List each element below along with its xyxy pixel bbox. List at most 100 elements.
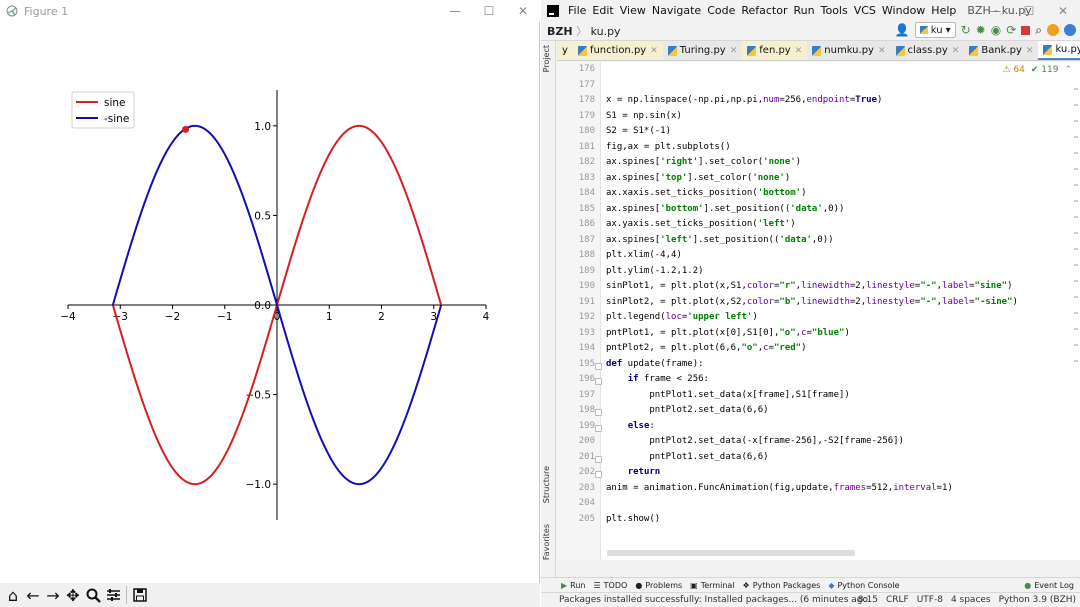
stop-icon[interactable] (1021, 25, 1031, 35)
code-line[interactable]: pntPlot1.set_data(x[frame],S1[frame]) (606, 390, 850, 400)
file-encoding[interactable]: UTF-8 (917, 595, 943, 605)
close-tab-icon[interactable]: ✕ (795, 46, 803, 56)
close-tab-icon[interactable]: ✕ (650, 46, 658, 56)
ide-minimize-button[interactable]: — (978, 0, 1012, 22)
tab-bank-py[interactable]: Bank.py ✕ (964, 41, 1038, 60)
code-line[interactable]: ax.xaxis.set_ticks_position('bottom') (606, 188, 807, 198)
code-line[interactable]: ax.spines['top'].set_color('none') (606, 173, 790, 183)
code-line[interactable]: else: (606, 421, 655, 431)
user-icon[interactable]: 👤 (895, 23, 910, 37)
coverage-icon[interactable]: ◉ (991, 23, 1001, 37)
stripe-mark[interactable] (1074, 312, 1078, 314)
pan-icon[interactable]: ✥ (63, 585, 83, 605)
code-editor[interactable]: 176 177 178 179 180 181 182 183 184 185 186 187 188 1… (557, 62, 1080, 560)
close-tab-icon[interactable]: ✕ (730, 46, 738, 56)
warning-count[interactable]: ⚠ 64 (1002, 65, 1024, 75)
save-icon[interactable] (130, 585, 150, 605)
back-icon[interactable]: ← (23, 585, 43, 605)
code-line[interactable]: ax.spines['bottom'].set_position(('data'… (606, 204, 844, 214)
structure-tool-tab[interactable]: Structure (542, 466, 551, 503)
fold-marker[interactable] (595, 455, 602, 463)
menu-help[interactable]: Help (928, 4, 959, 17)
stripe-mark[interactable] (1074, 248, 1078, 250)
breadcrumb-file[interactable]: ku.py (591, 25, 621, 38)
stripe-mark[interactable] (1074, 88, 1078, 90)
home-icon[interactable]: ⌂ (3, 585, 23, 605)
tab-class-py[interactable]: class.py ✕ (891, 41, 965, 60)
code-line[interactable]: pntPlot1, = plt.plot(x[0],S1[0],"o",c="b… (606, 328, 850, 338)
code-line[interactable]: plt.xlim(-4,4) (606, 250, 682, 260)
stripe-mark[interactable] (1074, 168, 1078, 170)
rerun-icon[interactable]: ↻ (961, 23, 971, 37)
code-line[interactable]: S1 = np.sin(x) (606, 111, 682, 121)
run-config-selector[interactable]: ku ▾ (914, 22, 956, 38)
plot-canvas[interactable]: −4 −3 −2 −1 0 1 2 3 41.00.50.0−0.5−1.0sine-sine (0, 22, 540, 582)
python-console-tool-button[interactable]: ◆ Python Console (828, 581, 907, 590)
menu-tools[interactable]: Tools (818, 4, 851, 17)
code-line[interactable]: return (606, 467, 661, 477)
configure-icon[interactable] (103, 585, 123, 605)
project-tool-tab[interactable]: Project (542, 45, 551, 72)
close-tab-icon[interactable]: ✕ (878, 46, 886, 56)
breadcrumb-project[interactable]: BZH (547, 25, 573, 38)
python-interpreter[interactable]: Python 3.9 (BZH) (999, 595, 1076, 605)
code-line[interactable]: plt.legend(loc='upper left') (606, 312, 758, 322)
stripe-mark[interactable] (1074, 216, 1078, 218)
tab-ku-py[interactable]: ku.py✕ (1038, 41, 1080, 60)
fold-marker[interactable] (595, 471, 602, 478)
tab-function-py[interactable]: function.py ✕ (572, 41, 663, 60)
code-line[interactable]: anim = animation.FuncAnimation(fig,updat… (606, 483, 953, 493)
code-line[interactable]: x = np.linspace(-np.pi,np.pi,num=256,end… (606, 95, 882, 105)
tab-fen-py[interactable]: fen.py ✕ (742, 41, 808, 60)
python-packages-tool-button[interactable]: ❖ Python Packages (743, 581, 829, 590)
breadcrumb[interactable]: BZH 〉 ku.py (541, 23, 621, 39)
menu-run[interactable]: Run (791, 4, 818, 17)
code-line[interactable]: ax.spines['left'].set_position(('data',0… (606, 235, 834, 245)
menu-window[interactable]: Window (879, 4, 928, 17)
code-line[interactable]: S2 = S1*(-1) (606, 126, 671, 136)
todo-tool-button[interactable]: ☰ TODO (594, 581, 636, 590)
stripe-mark[interactable] (1074, 296, 1078, 298)
close-tab-icon[interactable]: ✕ (1026, 46, 1034, 56)
code-area[interactable]: x = np.linspace(-np.pi,np.pi,num=256,end… (606, 62, 1076, 560)
fold-marker[interactable] (595, 378, 602, 385)
stripe-mark[interactable] (1074, 344, 1078, 346)
ide-maximize-button[interactable]: ☐ (1012, 0, 1046, 22)
code-line[interactable]: def update(frame): (606, 359, 704, 369)
logo-icon[interactable] (1064, 24, 1076, 36)
stripe-mark[interactable] (1074, 104, 1078, 106)
code-line[interactable]: sinPlot2, = plt.plot(x,S2,color="b",line… (606, 297, 1018, 307)
code-line[interactable]: pntPlot2.set_data(-x[frame-256],-S2[fram… (606, 436, 904, 446)
chevron-up-icon[interactable]: ⌃ (1064, 65, 1072, 75)
run-tool-button[interactable]: ▶ Run (541, 581, 594, 590)
debug-icon[interactable]: ✹ (976, 23, 986, 37)
close-button[interactable]: ✕ (506, 0, 540, 22)
code-line[interactable]: plt.show() (606, 514, 660, 524)
fold-marker[interactable] (595, 362, 602, 370)
code-line[interactable]: pntPlot1.set_data(6,6) (606, 452, 768, 462)
stripe-mark[interactable] (1074, 232, 1078, 234)
horizontal-scrollbar[interactable] (607, 550, 855, 556)
close-tab-icon[interactable]: ✕ (952, 46, 960, 56)
stripe-mark[interactable] (1074, 360, 1078, 362)
menu-navigate[interactable]: Navigate (649, 4, 704, 17)
ide-close-button[interactable]: ✕ (1046, 0, 1080, 22)
code-line[interactable]: pntPlot2, = plt.plot(6,6,"o",c="red") (606, 343, 807, 353)
caret-position[interactable]: 8:15 (858, 595, 878, 605)
stripe-mark[interactable] (1074, 280, 1078, 282)
stripe-mark[interactable] (1074, 136, 1078, 138)
stripe-mark[interactable] (1074, 152, 1078, 154)
tab-numku-py[interactable]: numku.py ✕ (807, 41, 890, 60)
weak-warning-count[interactable]: ✔ 119 (1031, 65, 1059, 75)
forward-icon[interactable]: → (43, 585, 63, 605)
code-line[interactable]: plt.ylim(-1.2,1.2) (606, 266, 704, 276)
indent-setting[interactable]: 4 spaces (951, 595, 991, 605)
code-line[interactable]: fig,ax = plt.subplots() (606, 142, 731, 152)
search-icon[interactable]: ⌕ (1035, 23, 1042, 37)
menu-edit[interactable]: Edit (589, 4, 616, 17)
code-line[interactable]: ax.spines['right'].set_color('none') (606, 157, 801, 167)
event-log-tool-button[interactable]: ● Event Log (1024, 581, 1074, 590)
code-line[interactable]: if frame < 256: (606, 374, 709, 384)
menu-refactor[interactable]: Refactor (738, 4, 790, 17)
zoom-icon[interactable] (83, 585, 103, 605)
